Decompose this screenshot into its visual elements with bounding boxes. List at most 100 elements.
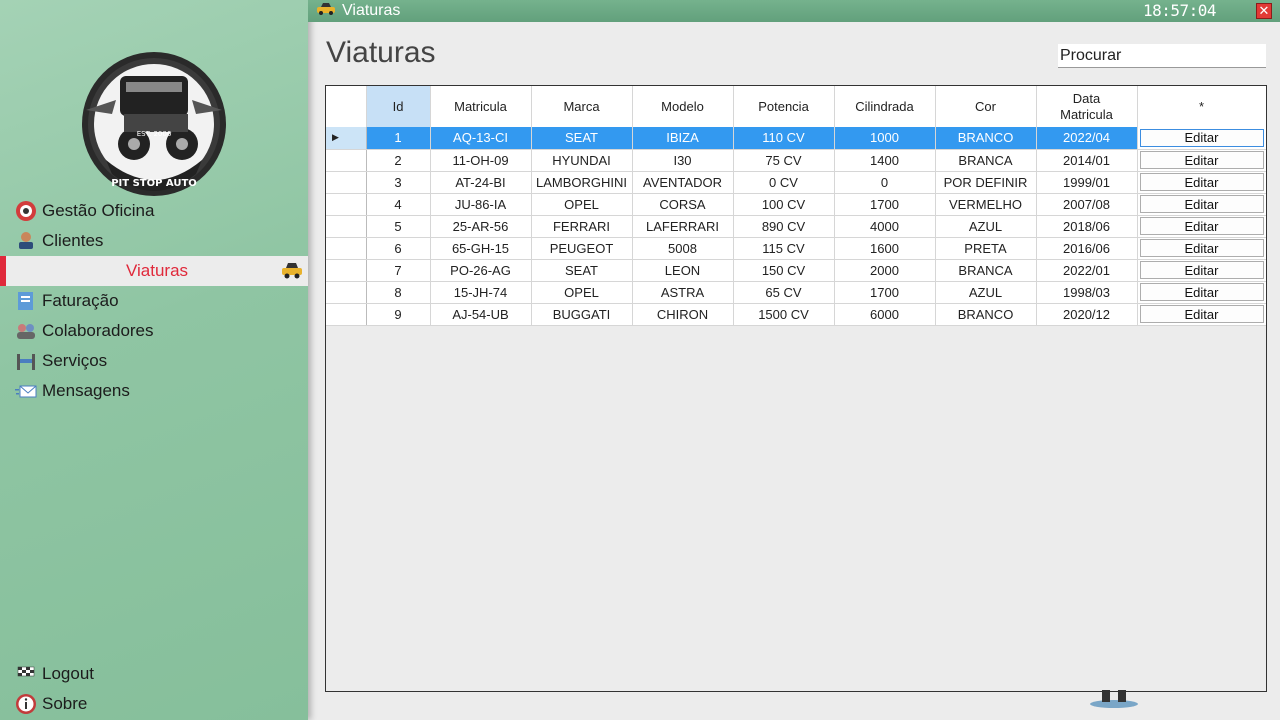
cell-modelo[interactable]: IBIZA — [632, 127, 734, 150]
cell-potencia[interactable]: 100 CV — [733, 193, 835, 216]
cell-marca[interactable]: LAMBORGHINI — [531, 171, 633, 194]
cell-cor[interactable]: AZUL — [935, 281, 1037, 304]
cell-potencia[interactable]: 1500 CV — [733, 303, 835, 326]
cell-matricula[interactable]: 25-AR-56 — [430, 215, 532, 238]
cell-matricula[interactable]: 15-JH-74 — [430, 281, 532, 304]
edit-button[interactable]: Editar — [1139, 261, 1264, 279]
cell-matricula[interactable]: AJ-54-UB — [430, 303, 532, 326]
cell-cilindrada[interactable]: 0 — [834, 171, 936, 194]
cell-id[interactable]: 3 — [366, 171, 431, 194]
cell-marca[interactable]: OPEL — [531, 281, 633, 304]
edit-button[interactable]: Editar — [1139, 151, 1264, 169]
cell-modelo[interactable]: CORSA — [632, 193, 734, 216]
cell-cilindrada[interactable]: 1600 — [834, 237, 936, 260]
row-header[interactable] — [326, 193, 367, 216]
cell-data[interactable]: 2020/12 — [1036, 303, 1138, 326]
cell-potencia[interactable]: 890 CV — [733, 215, 835, 238]
cell-cilindrada[interactable]: 1000 — [834, 127, 936, 150]
cell-matricula[interactable]: 65-GH-15 — [430, 237, 532, 260]
cell-potencia[interactable]: 65 CV — [733, 281, 835, 304]
cell-marca[interactable]: SEAT — [531, 259, 633, 282]
cell-cor[interactable]: AZUL — [935, 215, 1037, 238]
cell-potencia[interactable]: 75 CV — [733, 149, 835, 172]
cell-marca[interactable]: HYUNDAI — [531, 149, 633, 172]
cell-marca[interactable]: FERRARI — [531, 215, 633, 238]
cell-cilindrada[interactable]: 1700 — [834, 281, 936, 304]
cell-modelo[interactable]: AVENTADOR — [632, 171, 734, 194]
row-header[interactable] — [326, 303, 367, 326]
sidebar-item-clientes[interactable]: Clientes — [0, 226, 308, 256]
sidebar-item-gestao-oficina[interactable]: Gestão Oficina — [0, 196, 308, 226]
column-header-matricula[interactable]: Matricula — [430, 86, 532, 127]
cell-data[interactable]: 2018/06 — [1036, 215, 1138, 238]
column-header-action[interactable]: * — [1137, 86, 1266, 127]
cell-id[interactable]: 5 — [366, 215, 431, 238]
cell-data[interactable]: 1999/01 — [1036, 171, 1138, 194]
sidebar-item-sobre[interactable]: Sobre — [0, 689, 308, 719]
cell-marca[interactable]: BUGGATI — [531, 303, 633, 326]
column-header-cor[interactable]: Cor — [935, 86, 1037, 127]
column-header-data-matricula[interactable]: Data Matricula — [1036, 86, 1138, 127]
cell-matricula[interactable]: AT-24-BI — [430, 171, 532, 194]
cell-cor[interactable]: POR DEFINIR — [935, 171, 1037, 194]
sidebar-item-viaturas[interactable]: Viaturas — [0, 256, 308, 286]
cell-modelo[interactable]: I30 — [632, 149, 734, 172]
table-row[interactable]: 7 PO-26-AG SEAT LEON 150 CV 2000 BRANCA 2022/01… — [326, 259, 1266, 282]
sidebar-item-mensagens[interactable]: Mensagens — [0, 376, 308, 406]
table-row[interactable]: 6 65-GH-15 PEUGEOT 5008 115 CV 1600 PRETA 2016/… — [326, 237, 1266, 260]
row-header[interactable]: ▶ — [326, 127, 367, 150]
sidebar-item-servicos[interactable]: Serviços — [0, 346, 308, 376]
edit-button[interactable]: Editar — [1139, 173, 1264, 191]
cell-cilindrada[interactable]: 1400 — [834, 149, 936, 172]
edit-button[interactable]: Editar — [1139, 283, 1264, 301]
close-button[interactable]: ✕ — [1256, 3, 1272, 19]
row-header[interactable] — [326, 171, 367, 194]
cell-cilindrada[interactable]: 1700 — [834, 193, 936, 216]
cell-data[interactable]: 2022/01 — [1036, 259, 1138, 282]
sidebar-item-faturacao[interactable]: Faturação — [0, 286, 308, 316]
cell-id[interactable]: 1 — [366, 127, 431, 150]
edit-button[interactable]: Editar — [1139, 239, 1264, 257]
cell-matricula[interactable]: JU-86-IA — [430, 193, 532, 216]
cell-potencia[interactable]: 150 CV — [733, 259, 835, 282]
cell-marca[interactable]: SEAT — [531, 127, 633, 150]
cell-id[interactable]: 6 — [366, 237, 431, 260]
table-row[interactable]: 9 AJ-54-UB BUGGATI CHIRON 1500 CV 6000 BRANCO 2… — [326, 303, 1266, 326]
cell-potencia[interactable]: 115 CV — [733, 237, 835, 260]
table-row[interactable]: 5 25-AR-56 FERRARI LAFERRARI 890 CV 4000 AZUL 2… — [326, 215, 1266, 238]
cell-marca[interactable]: PEUGEOT — [531, 237, 633, 260]
cell-id[interactable]: 9 — [366, 303, 431, 326]
edit-button[interactable]: Editar — [1139, 195, 1264, 213]
row-header[interactable] — [326, 259, 367, 282]
cell-matricula[interactable]: 11-OH-09 — [430, 149, 532, 172]
row-header[interactable] — [326, 215, 367, 238]
column-header-id[interactable]: Id — [366, 86, 431, 127]
sidebar-item-logout[interactable]: Logout — [0, 659, 308, 689]
cell-modelo[interactable]: LAFERRARI — [632, 215, 734, 238]
cell-id[interactable]: 4 — [366, 193, 431, 216]
cell-data[interactable]: 2014/01 — [1036, 149, 1138, 172]
cell-modelo[interactable]: LEON — [632, 259, 734, 282]
cell-cor[interactable]: PRETA — [935, 237, 1037, 260]
column-header-cilindrada[interactable]: Cilindrada — [834, 86, 936, 127]
cell-id[interactable]: 7 — [366, 259, 431, 282]
cell-potencia[interactable]: 110 CV — [733, 127, 835, 150]
cell-modelo[interactable]: 5008 — [632, 237, 734, 260]
row-header[interactable] — [326, 237, 367, 260]
cell-potencia[interactable]: 0 CV — [733, 171, 835, 194]
cell-modelo[interactable]: CHIRON — [632, 303, 734, 326]
cell-cilindrada[interactable]: 2000 — [834, 259, 936, 282]
cell-data[interactable]: 2016/06 — [1036, 237, 1138, 260]
cell-cor[interactable]: BRANCA — [935, 259, 1037, 282]
row-header[interactable] — [326, 281, 367, 304]
table-row[interactable]: 8 15-JH-74 OPEL ASTRA 65 CV 1700 AZUL 1998/03 Ed… — [326, 281, 1266, 304]
cell-matricula[interactable]: PO-26-AG — [430, 259, 532, 282]
table-row[interactable]: 4 JU-86-IA OPEL CORSA 100 CV 1700 VERMELHO 2007… — [326, 193, 1266, 216]
cell-data[interactable]: 1998/03 — [1036, 281, 1138, 304]
cell-id[interactable]: 2 — [366, 149, 431, 172]
cell-cilindrada[interactable]: 4000 — [834, 215, 936, 238]
cell-id[interactable]: 8 — [366, 281, 431, 304]
cell-cor[interactable]: VERMELHO — [935, 193, 1037, 216]
cell-cor[interactable]: BRANCO — [935, 303, 1037, 326]
cell-cilindrada[interactable]: 6000 — [834, 303, 936, 326]
